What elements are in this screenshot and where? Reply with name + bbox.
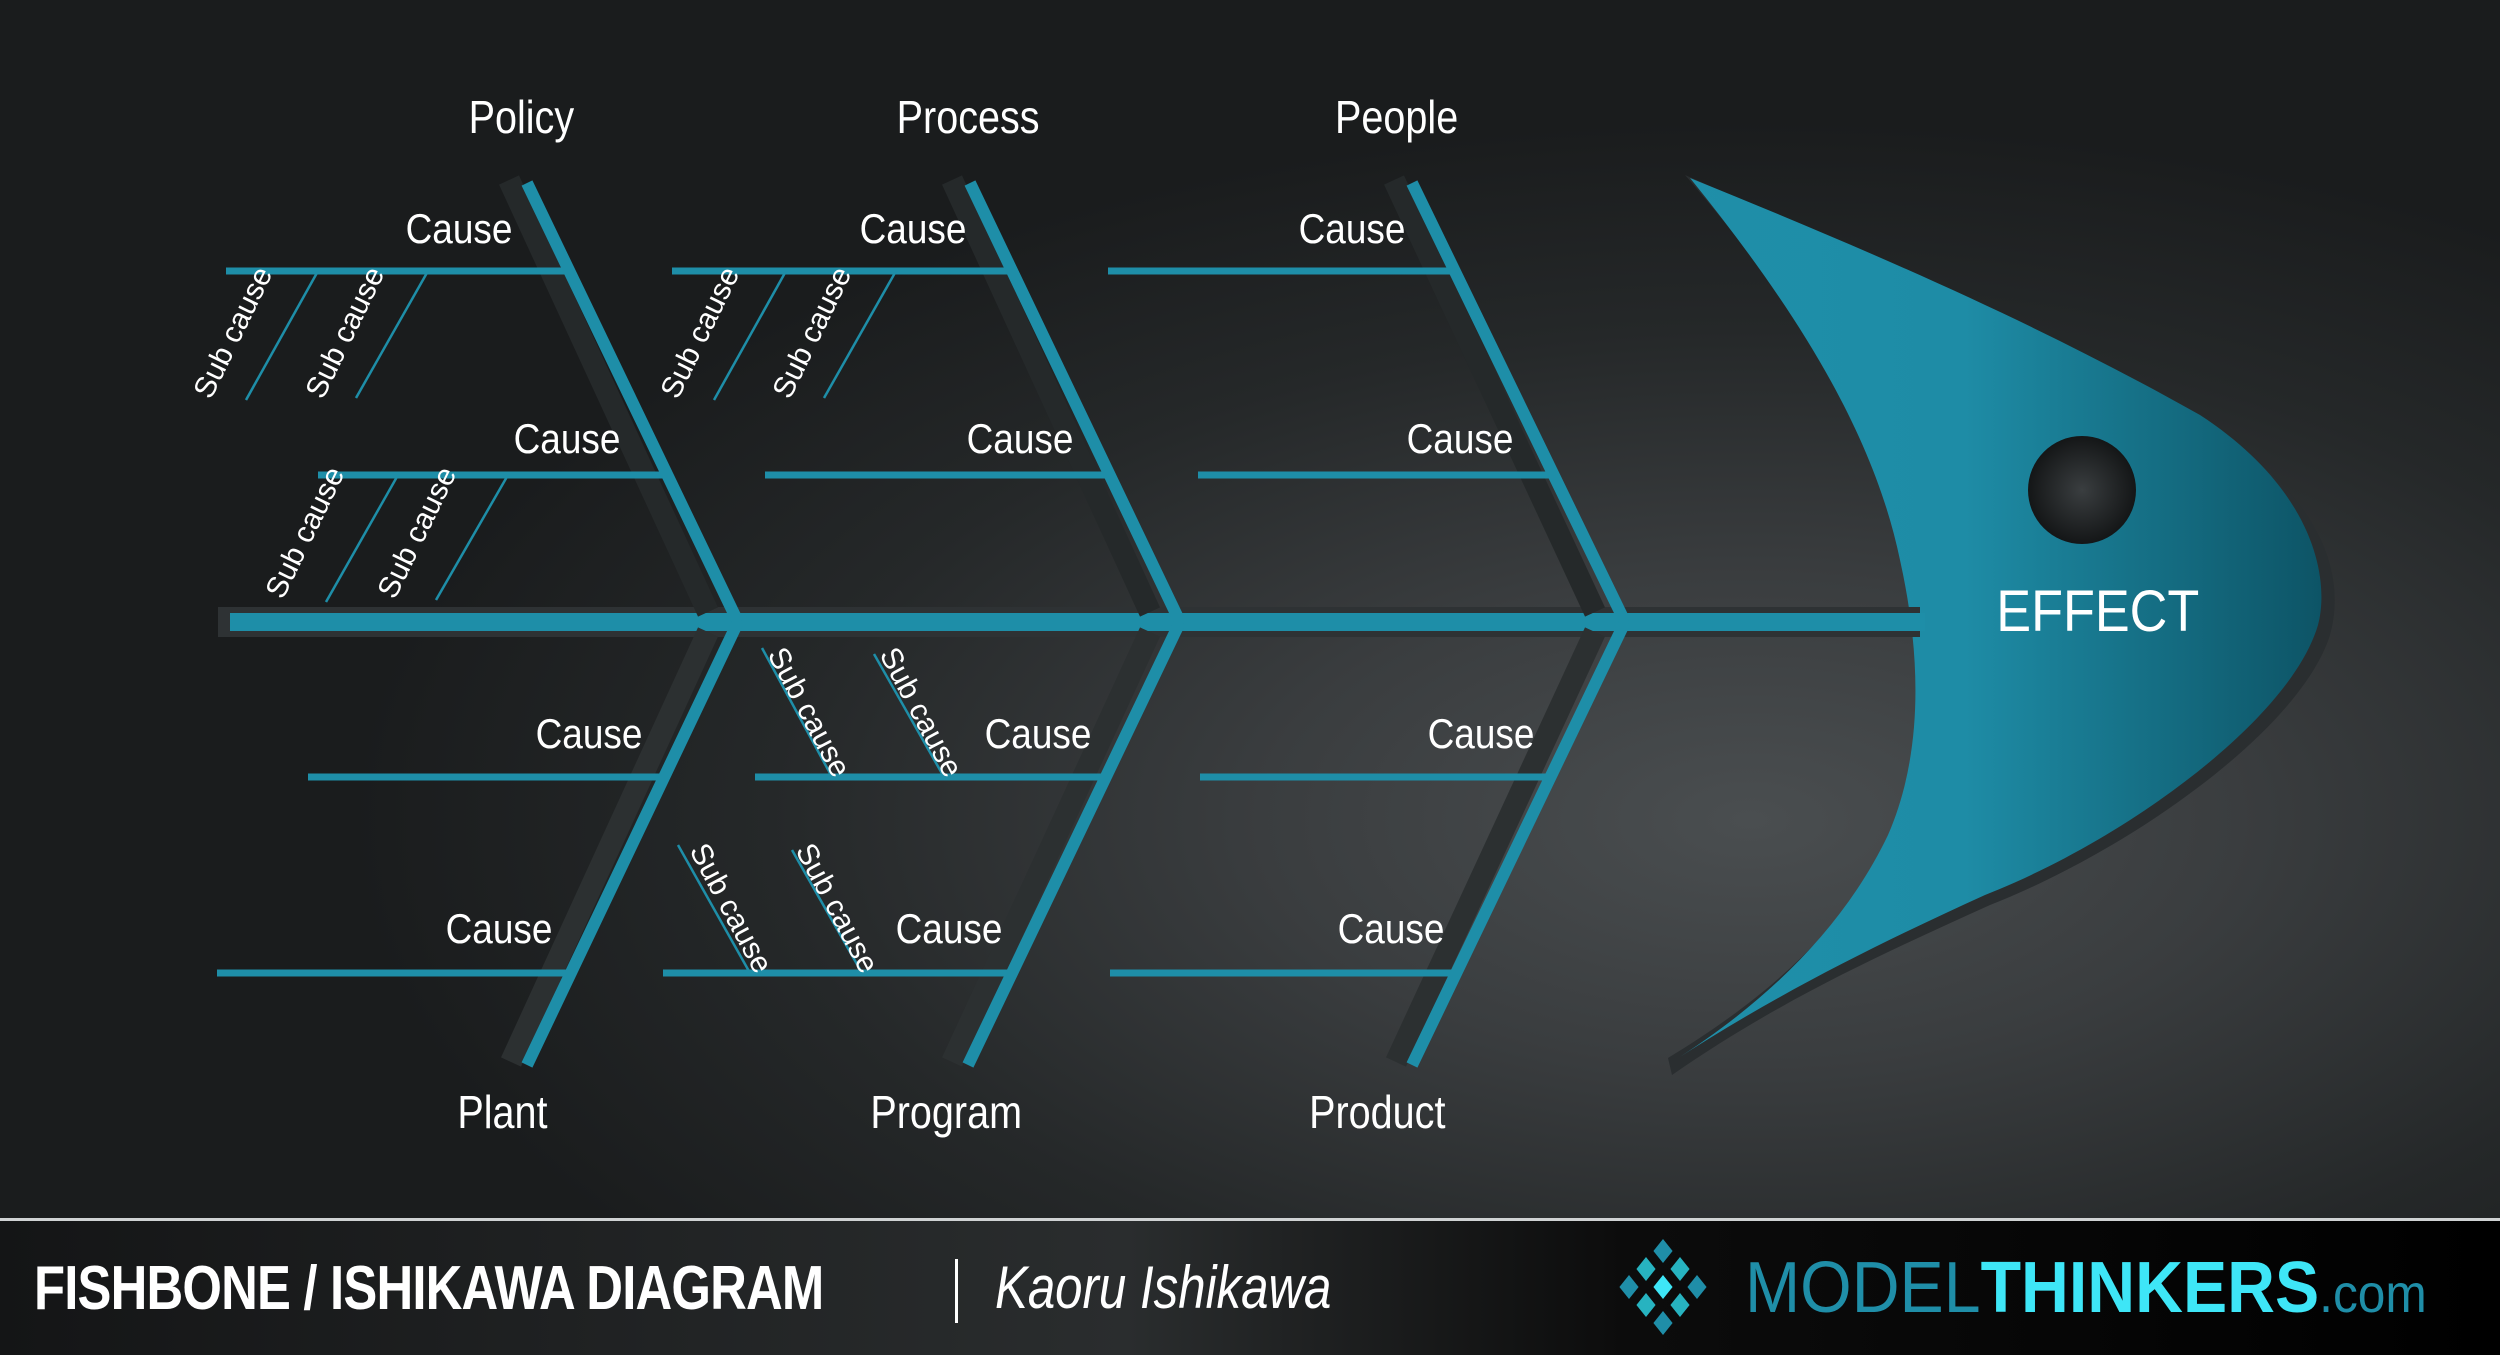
category-bone-bottom [1406,619,1631,1068]
fish-eye [2028,436,2136,544]
logo-diamond [1670,1257,1690,1281]
logo-diamond [1653,1311,1673,1335]
bone-shadow [942,175,1160,617]
logo-diamond [1653,1275,1673,1299]
brand-logo-text[interactable]: MODELTHINKERS.com [1745,1247,2427,1329]
cause-label: Cause [859,205,966,252]
cause-label: Cause [895,905,1002,952]
cause-label: Cause [1337,905,1444,952]
category-bone-top [521,180,744,625]
cause-label: Cause [535,710,642,757]
footer-separator [955,1259,958,1323]
category-bone-bottom [962,619,1186,1068]
cause-label: Cause [966,415,1073,462]
logo-diamond [1670,1293,1690,1317]
diamond-grid-icon [1619,1239,1707,1335]
logo-diamond [1636,1257,1656,1281]
brand-thinkers: THINKERS [1980,1248,2320,1328]
category-bone-top [964,180,1186,625]
logo-diamond [1653,1239,1673,1263]
bone-shadow [942,627,1160,1067]
brand-model: MODEL [1745,1248,1981,1328]
footer: FISHBONE / ISHIKAWA DIAGRAM Kaoru Ishika… [0,1221,2500,1355]
footer-title: FISHBONE / ISHIKAWA DIAGRAM [34,1254,824,1323]
cause-label: Cause [1298,205,1405,252]
category-label-bottom: Plant [457,1086,548,1138]
cause-label: Cause [984,710,1091,757]
bone-shadow [1386,627,1605,1067]
category-label-bottom: Product [1309,1086,1446,1138]
category-label-top: People [1335,91,1459,143]
category-label-top: Process [896,91,1040,143]
logo-diamond [1619,1275,1639,1299]
cause-label: Cause [513,415,620,462]
category-label-bottom: Program [870,1086,1023,1138]
effect-label: EFFECT [1996,579,2200,644]
cause-label: Cause [405,205,512,252]
footer-author: Kaoru Ishikawa [995,1254,1332,1321]
cause-label: Cause [1427,710,1534,757]
category-label-top: Policy [468,91,575,143]
brand-domain: .com [2319,1264,2427,1324]
logo-diamond [1687,1275,1707,1299]
bone-shadow [1384,175,1605,617]
fishbone-diagram: EFFECT Policy Process People Plant Progr… [0,0,2500,1218]
logo-diamond [1636,1293,1656,1317]
cause-label: Cause [1406,415,1513,462]
cause-label: Cause [445,905,552,952]
category-bone-top [1406,180,1631,625]
